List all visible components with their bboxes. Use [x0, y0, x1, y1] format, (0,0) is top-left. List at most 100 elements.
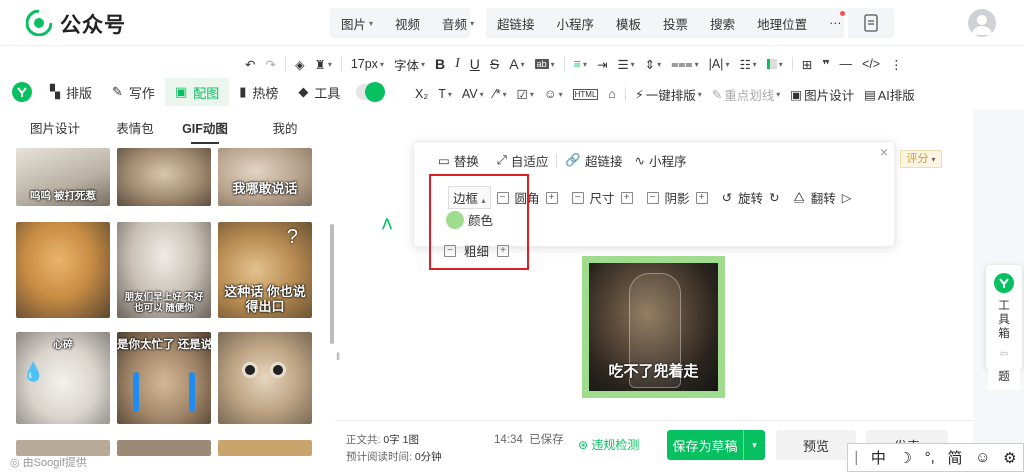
table-icon[interactable]: ⊞: [797, 57, 817, 72]
rotate-right-icon[interactable]: ↻: [769, 190, 779, 205]
plus-icon[interactable]: +: [620, 191, 633, 204]
gif-item[interactable]: [218, 440, 312, 456]
gif-item[interactable]: [117, 440, 211, 456]
selected-image[interactable]: 吃不了兜着走: [582, 256, 725, 398]
subtab-stickers[interactable]: 表情包: [110, 114, 160, 144]
plus-icon[interactable]: +: [545, 191, 558, 204]
moon-icon[interactable]: ☽: [899, 449, 912, 467]
ime-simplified[interactable]: 简: [948, 447, 963, 468]
list-icon[interactable]: ☷ ▾: [734, 57, 761, 72]
menu-miniprogram[interactable]: 小程序: [546, 8, 606, 38]
menu-search[interactable]: 搜索: [699, 8, 746, 38]
preview-phone-button[interactable]: [848, 8, 894, 38]
gif-item[interactable]: 我哪敢说话: [218, 148, 312, 206]
chevron-down-icon[interactable]: ▾: [743, 430, 765, 460]
magic-wand-icon[interactable]: ⁄* ▾: [489, 87, 512, 101]
gif-item[interactable]: 呜呜 被打死惹: [16, 148, 110, 206]
ime-punctuation[interactable]: °,: [925, 449, 935, 466]
minus-icon[interactable]: −: [571, 191, 584, 204]
subscript-icon[interactable]: X₂: [410, 87, 433, 101]
emoji-icon[interactable]: ☺ ▾: [539, 87, 568, 101]
briefcase-icon[interactable]: ⌂: [603, 87, 621, 101]
gif-item[interactable]: [117, 148, 211, 206]
html-icon[interactable]: HTML: [568, 88, 604, 100]
indent-icon[interactable]: ⇥: [592, 57, 612, 72]
avatar[interactable]: [968, 9, 996, 37]
underline-icon[interactable]: U: [465, 56, 485, 72]
checkbox-icon[interactable]: ☑ ▾: [512, 87, 539, 102]
menu-image[interactable]: 图片 ▾: [330, 8, 384, 38]
font-color-icon[interactable]: A ▾: [504, 56, 529, 72]
italic-icon[interactable]: I: [450, 56, 465, 72]
line-height-icon[interactable]: ⇕ ▾: [640, 57, 667, 72]
tab-layout[interactable]: ▚ 排版: [40, 78, 102, 106]
text-icon[interactable]: T ▾: [433, 87, 457, 101]
code-icon[interactable]: </>: [857, 57, 885, 71]
smiley-icon[interactable]: ☺: [975, 449, 990, 466]
gif-item[interactable]: ? 这种话 你也说得出口: [218, 222, 312, 318]
ai-layout-button[interactable]: ▤ AI排版: [859, 85, 920, 104]
highlight-block-icon[interactable]: ▾: [762, 59, 788, 69]
clear-format-icon[interactable]: ♜ ▾: [310, 57, 337, 72]
replace-button[interactable]: 替换: [454, 151, 479, 170]
paragraph-spacing-icon[interactable]: ⩶ ▾: [666, 57, 703, 72]
menu-audio[interactable]: 音频 ▾: [431, 8, 485, 38]
subtab-gif[interactable]: GIF动图: [160, 114, 250, 144]
font-size-select[interactable]: 17px ▾: [346, 57, 389, 71]
gif-item[interactable]: [16, 222, 110, 318]
menu-video[interactable]: 视频: [384, 8, 431, 38]
subtab-image-design[interactable]: 图片设计: [0, 114, 110, 144]
tab-images[interactable]: ▣ 配图: [164, 78, 230, 106]
menu-hyperlink[interactable]: 超链接: [486, 8, 546, 38]
ime-drag-handle[interactable]: |: [854, 449, 858, 466]
strikethrough-icon[interactable]: S: [485, 56, 504, 72]
key-underline-button[interactable]: ✎ 重点划线 ▾: [707, 85, 786, 104]
plugin-marker-icon[interactable]: ⋀: [382, 216, 398, 232]
one-click-layout-button[interactable]: ⚡ 一键排版 ▾: [630, 85, 707, 104]
divider-line-icon[interactable]: —: [835, 57, 858, 71]
tab-tools[interactable]: ◆ 工具: [288, 78, 350, 106]
preview-button[interactable]: 预览: [776, 430, 856, 460]
menu-location[interactable]: 地理位置: [746, 8, 818, 38]
subtab-mine[interactable]: 我的: [250, 114, 320, 144]
font-family-select[interactable]: 字体 ▾: [389, 55, 430, 74]
align-center-icon[interactable]: ≡ ▾: [569, 57, 592, 71]
format-painter-icon[interactable]: ◈: [290, 57, 310, 72]
plus-icon[interactable]: +: [695, 191, 708, 204]
compliance-check-link[interactable]: ⊛ 违规检测: [578, 436, 639, 453]
char-spacing-icon[interactable]: AV ▾: [457, 87, 489, 101]
close-icon[interactable]: ×: [880, 144, 888, 160]
save-draft-button[interactable]: 保存为草稿 ▾: [667, 430, 765, 460]
panel-scrollbar[interactable]: [330, 224, 334, 344]
tab-trending[interactable]: ▮ 热榜: [229, 78, 288, 106]
menu-vote[interactable]: 投票: [652, 8, 699, 38]
flip-right-icon[interactable]: ▷: [842, 190, 852, 205]
plugin-toggle[interactable]: [356, 82, 386, 102]
rotate-left-icon[interactable]: ↺: [722, 190, 732, 205]
adapt-button[interactable]: 自适应: [511, 151, 549, 170]
tab-writing[interactable]: ✎ 写作: [102, 78, 165, 106]
score-badge[interactable]: 评分 ▾: [900, 150, 942, 168]
menu-template[interactable]: 模板: [605, 8, 652, 38]
gif-item[interactable]: 心碎 💧: [16, 332, 110, 424]
flip-icon[interactable]: ⧋: [794, 190, 805, 205]
panel-resize-handle[interactable]: ‖: [336, 352, 340, 363]
image-design-button[interactable]: ▣ 图片设计: [785, 85, 859, 104]
miniprogram-button[interactable]: 小程序: [649, 151, 687, 170]
background-color-icon[interactable]: ab ▾: [530, 59, 560, 69]
letter-spacing-icon[interactable]: |A| ▾: [704, 57, 735, 71]
redo-icon[interactable]: ↷: [260, 57, 280, 72]
gif-item[interactable]: 是你太忙了 还是说人太多了找不过来: [117, 332, 211, 424]
title-tool-button[interactable]: 题: [988, 368, 1020, 390]
bold-icon[interactable]: B: [430, 56, 450, 72]
gear-icon[interactable]: ⚙: [1003, 449, 1016, 467]
justify-icon[interactable]: ☰ ▾: [612, 57, 639, 72]
quote-icon[interactable]: ❞: [817, 57, 834, 72]
toolbox-panel[interactable]: 工具箱 ⇦: [986, 265, 1022, 370]
more-tools-icon[interactable]: ⋮: [885, 57, 908, 72]
gif-item[interactable]: 朋友们早上好 不好也可以 随便你: [117, 222, 211, 318]
gif-item[interactable]: [218, 332, 312, 424]
minus-icon[interactable]: −: [646, 191, 659, 204]
ime-language[interactable]: 中: [871, 447, 886, 468]
undo-icon[interactable]: ↶: [240, 57, 260, 72]
